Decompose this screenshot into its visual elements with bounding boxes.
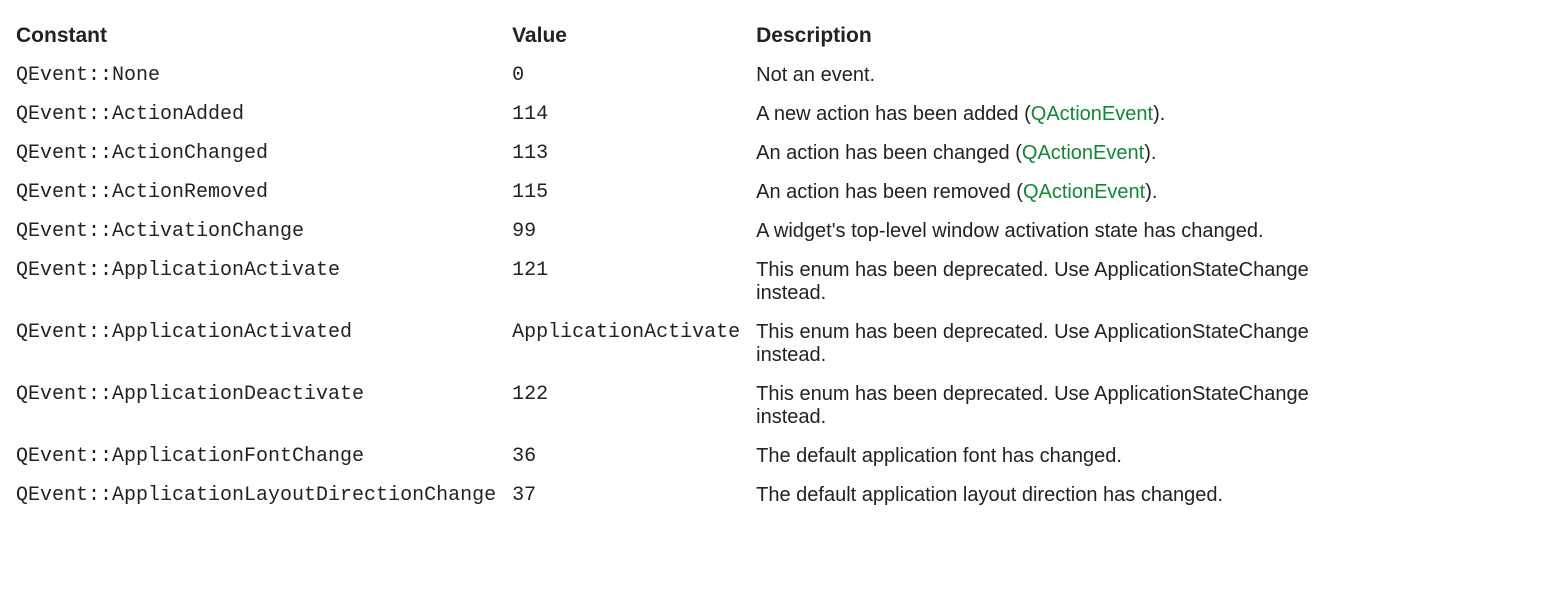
table-row: QEvent::ActionAdded114A new action has b… [16,95,1372,134]
description-cell: This enum has been deprecated. Use Appli… [756,313,1372,375]
description-text: A widget's top-level window activation s… [756,220,1263,242]
column-header-constant: Constant [16,16,512,56]
value-cell: 99 [512,212,756,251]
table-row: QEvent::ActivationChange99A widget's top… [16,212,1372,251]
table-row: QEvent::ActionChanged113An action has be… [16,134,1372,173]
constant-cell: QEvent::ActivationChange [16,212,512,251]
constant-cell: QEvent::ApplicationFontChange [16,437,512,476]
description-text: ). [1145,181,1157,203]
value-cell: 0 [512,56,756,95]
constant-cell: QEvent::ApplicationLayoutDirectionChange [16,476,512,515]
constant-cell: QEvent::ApplicationActivated [16,313,512,375]
description-cell: An action has been removed (QActionEvent… [756,173,1372,212]
description-cell: This enum has been deprecated. Use Appli… [756,375,1372,437]
value-cell: 36 [512,437,756,476]
value-cell: ApplicationActivate [512,313,756,375]
column-header-description: Description [756,16,1372,56]
value-cell: 37 [512,476,756,515]
description-cell: A new action has been added (QActionEven… [756,95,1372,134]
table-row: QEvent::ActionRemoved115An action has be… [16,173,1372,212]
value-cell: 121 [512,251,756,313]
description-text: An action has been removed ( [756,181,1023,203]
value-cell: 113 [512,134,756,173]
description-cell: The default application layout direction… [756,476,1372,515]
constant-cell: QEvent::ActionAdded [16,95,512,134]
constant-cell: QEvent::None [16,56,512,95]
description-text: This enum has been deprecated. Use Appli… [756,321,1309,366]
description-text: The default application layout direction… [756,484,1223,506]
description-text: ). [1144,142,1156,164]
enum-table: Constant Value Description QEvent::None0… [16,16,1372,515]
constant-cell: QEvent::ApplicationDeactivate [16,375,512,437]
value-cell: 122 [512,375,756,437]
description-text: Not an event. [756,64,875,86]
description-text: This enum has been deprecated. Use Appli… [756,383,1309,428]
table-row: QEvent::ApplicationFontChange36The defau… [16,437,1372,476]
constant-cell: QEvent::ActionRemoved [16,173,512,212]
description-cell: The default application font has changed… [756,437,1372,476]
value-cell: 115 [512,173,756,212]
table-row: QEvent::ApplicationLayoutDirectionChange… [16,476,1372,515]
description-cell: This enum has been deprecated. Use Appli… [756,251,1372,313]
table-row: QEvent::ApplicationDeactivate122This enu… [16,375,1372,437]
value-cell: 114 [512,95,756,134]
reference-link[interactable]: QActionEvent [1022,142,1144,164]
reference-link[interactable]: QActionEvent [1031,103,1153,125]
description-text: ). [1153,103,1165,125]
column-header-value: Value [512,16,756,56]
table-row: QEvent::ApplicationActivatedApplicationA… [16,313,1372,375]
description-cell: Not an event. [756,56,1372,95]
description-cell: An action has been changed (QActionEvent… [756,134,1372,173]
description-text: An action has been changed ( [756,142,1022,164]
description-text: A new action has been added ( [756,103,1031,125]
reference-link[interactable]: QActionEvent [1023,181,1145,203]
table-row: QEvent::ApplicationActivate121This enum … [16,251,1372,313]
description-cell: A widget's top-level window activation s… [756,212,1372,251]
table-row: QEvent::None0Not an event. [16,56,1372,95]
constant-cell: QEvent::ActionChanged [16,134,512,173]
description-text: This enum has been deprecated. Use Appli… [756,259,1309,304]
constant-cell: QEvent::ApplicationActivate [16,251,512,313]
description-text: The default application font has changed… [756,445,1122,467]
